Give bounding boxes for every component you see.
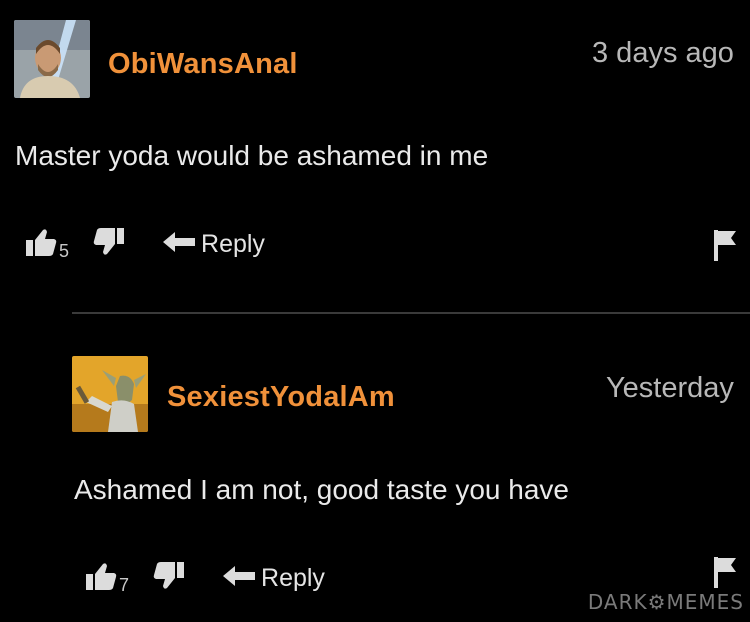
flag-icon[interactable] [712, 555, 738, 594]
avatar[interactable] [72, 356, 148, 432]
thumbs-up-icon [85, 561, 117, 596]
avatar[interactable] [14, 20, 90, 98]
reply-arrow-icon [161, 230, 197, 259]
dislike-button[interactable] [153, 561, 185, 596]
reply-label: Reply [201, 229, 265, 258]
divider [72, 312, 750, 314]
like-button[interactable]: 7 [85, 561, 129, 596]
like-count: 5 [59, 240, 70, 261]
reply-button[interactable]: Reply [161, 230, 265, 259]
timestamp: Yesterday [606, 372, 734, 404]
thumbs-up-icon [25, 227, 57, 262]
comment-text: Ashamed I am not, good taste you have [74, 474, 569, 505]
like-button[interactable]: 5 [25, 227, 69, 262]
reply-label: Reply [261, 563, 325, 592]
comment-text: Master yoda would be ashamed in me [15, 140, 489, 171]
watermark: DARK⚙MEMES [587, 590, 744, 614]
thumbs-down-icon [153, 561, 185, 596]
like-count: 7 [119, 574, 130, 595]
username[interactable]: ObiWansAnal [108, 48, 298, 81]
comment-actions: 5 Reply [25, 227, 265, 261]
flag-icon[interactable] [712, 228, 738, 267]
reply-arrow-icon [221, 564, 257, 593]
timestamp: 3 days ago [592, 37, 734, 69]
username[interactable]: SexiestYodalAm [167, 381, 395, 414]
comment-actions: 7 Reply [85, 561, 325, 595]
dislike-button[interactable] [93, 227, 125, 262]
reply-button[interactable]: Reply [221, 564, 325, 593]
thumbs-down-icon [93, 227, 125, 262]
